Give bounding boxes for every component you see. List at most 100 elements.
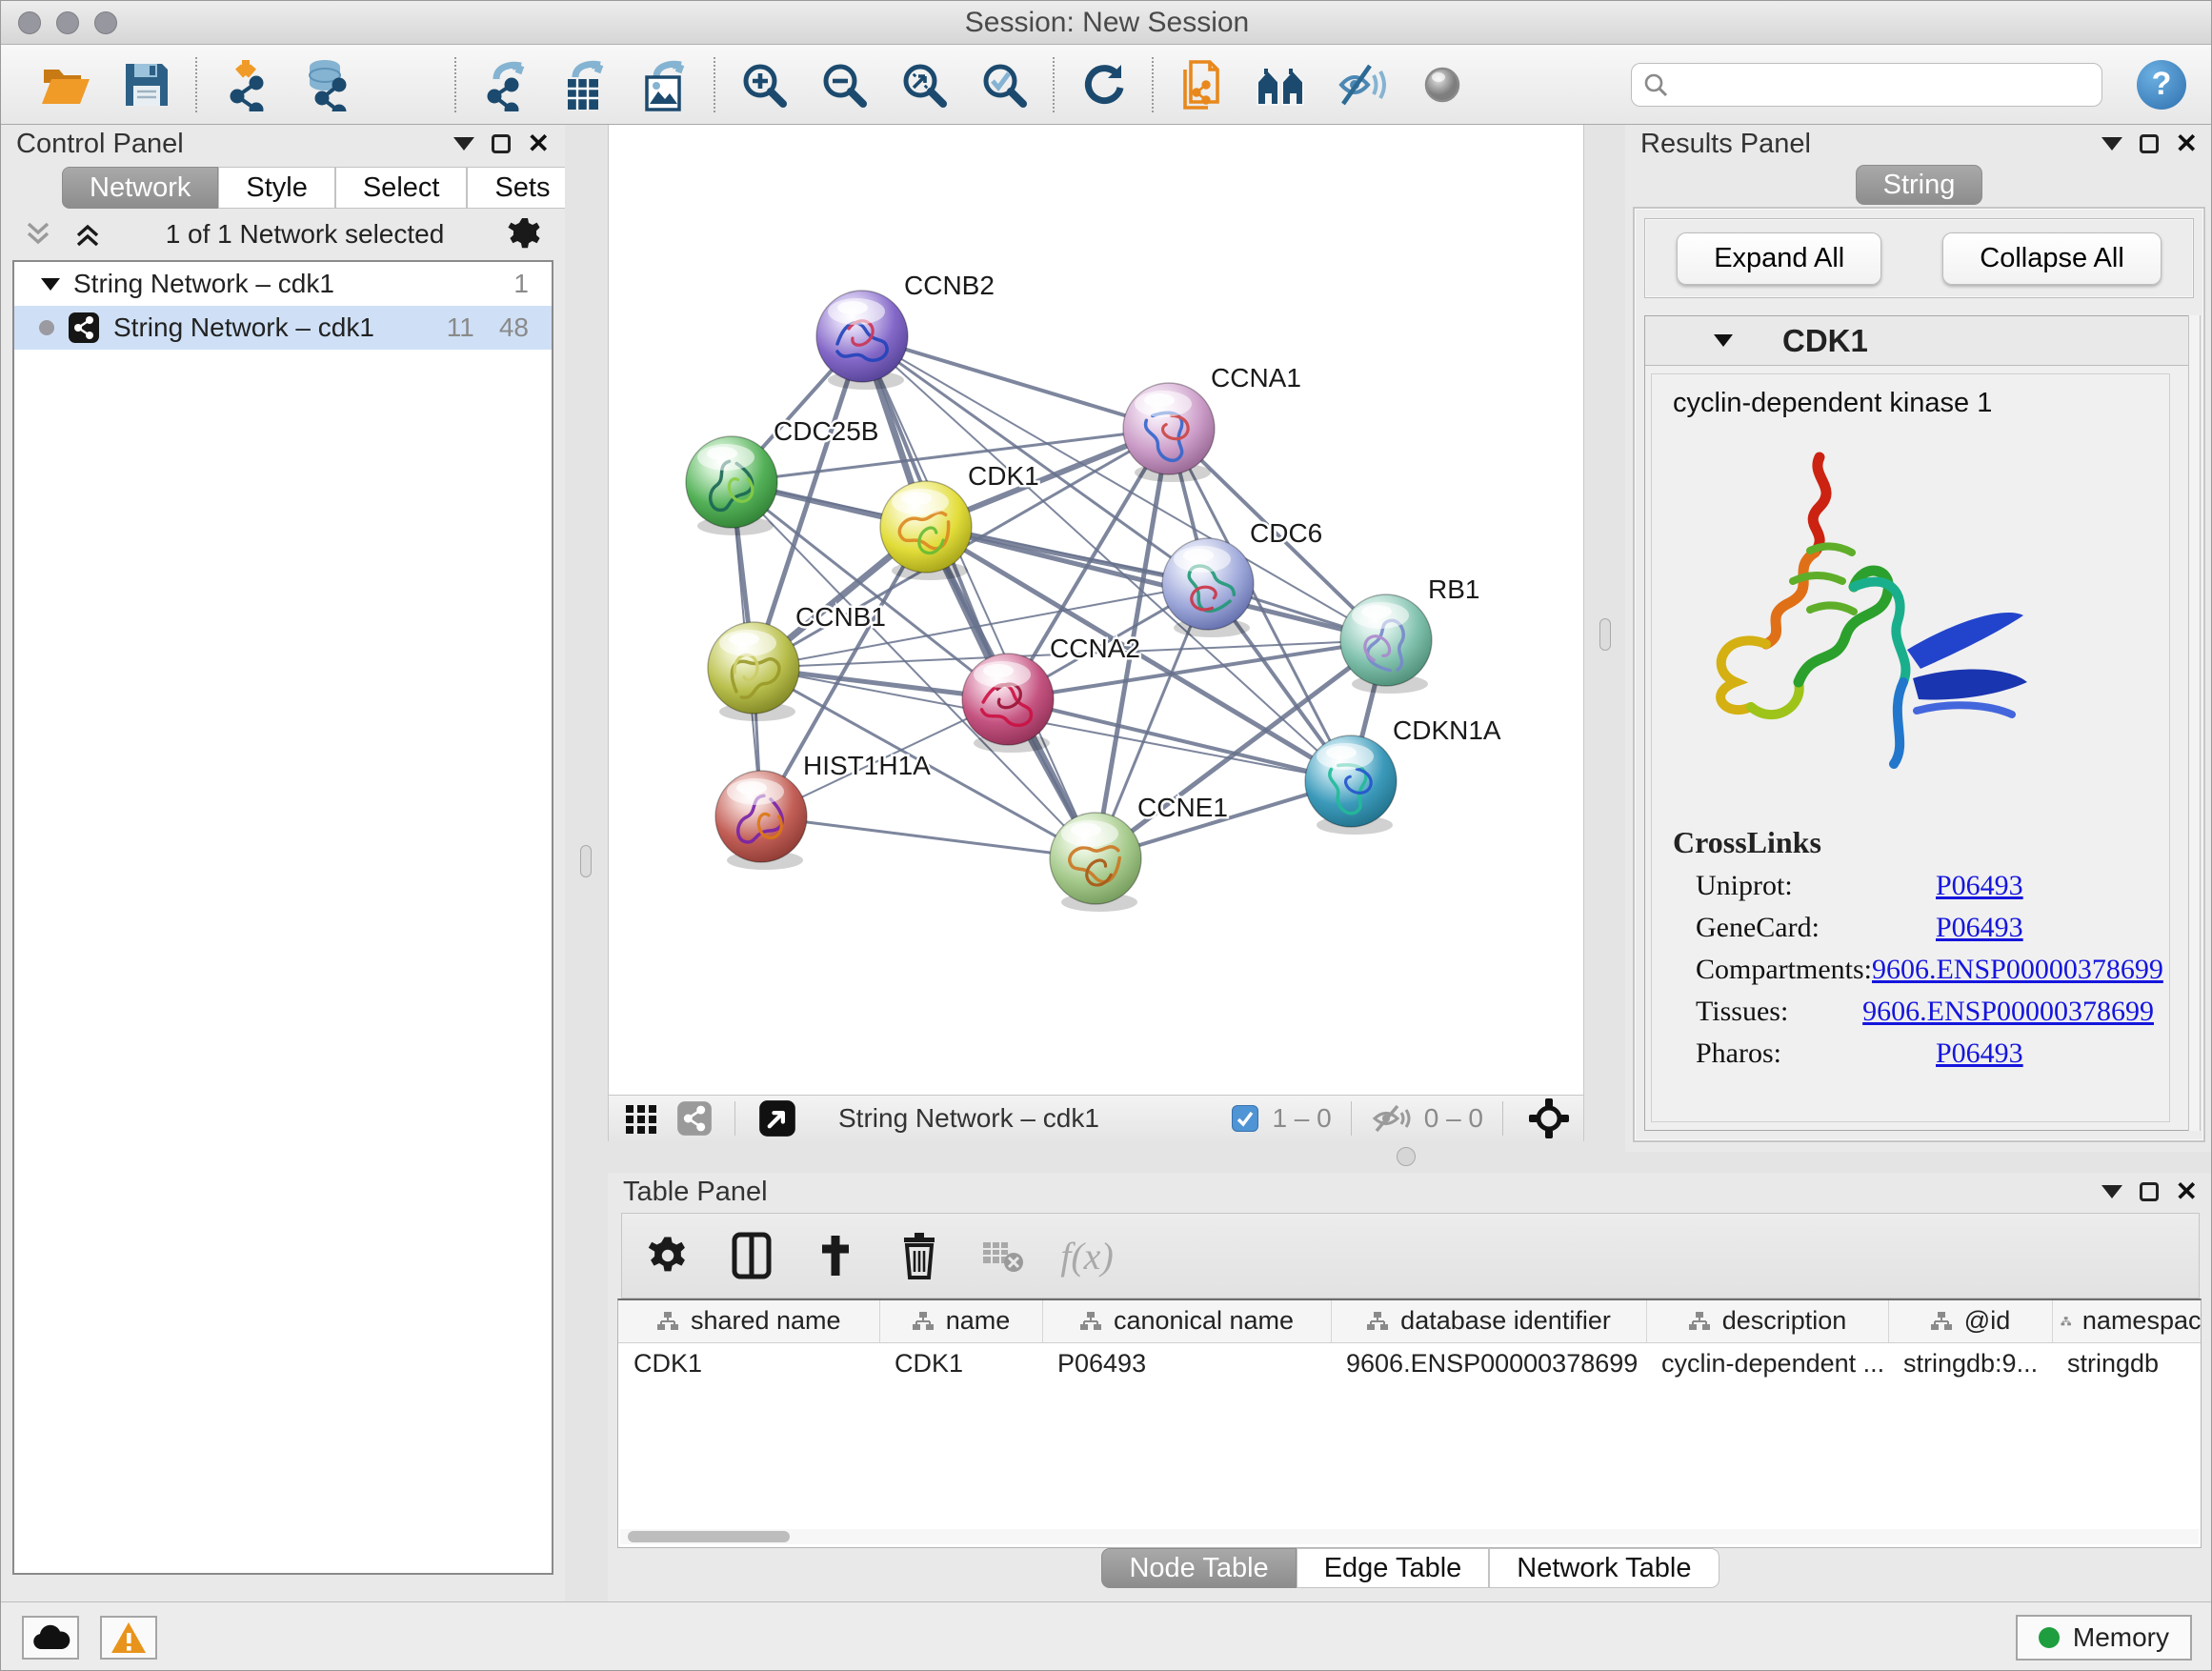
panel-float-icon[interactable] — [2140, 134, 2159, 153]
create-column-icon[interactable] — [813, 1233, 858, 1278]
table-hscrollbar-thumb[interactable] — [628, 1531, 790, 1542]
crosslink-link[interactable]: P06493 — [1936, 1037, 2023, 1070]
delete-column-icon[interactable] — [896, 1233, 942, 1278]
cybrowser-home-icon[interactable] — [1255, 57, 1310, 112]
table-settings-gear-icon[interactable] — [645, 1233, 691, 1278]
table-hscrollbar[interactable] — [620, 1529, 2199, 1544]
memory-button[interactable]: Memory — [2016, 1615, 2192, 1661]
network-canvas[interactable]: CCNB2CCNA1CDC25BCDK1CDC6RB1CCNB1CCNA2CDK… — [608, 125, 1584, 1141]
column-header-database-identifier[interactable]: database identifier — [1331, 1300, 1646, 1342]
hidden-eye-slash-icon[interactable] — [1371, 1102, 1411, 1135]
save-session-icon[interactable] — [119, 57, 174, 112]
panel-close-icon[interactable]: ✕ — [528, 131, 550, 157]
network-row[interactable]: String Network – cdk1 11 48 — [14, 306, 552, 350]
import-table-from-file-icon[interactable] — [378, 57, 433, 112]
search-box[interactable] — [1631, 63, 2102, 107]
network-collection-row[interactable]: String Network – cdk1 1 — [14, 262, 552, 306]
zoom-out-icon[interactable] — [816, 57, 872, 112]
node-table[interactable]: shared namenamecanonical namedatabase id… — [617, 1299, 2202, 1548]
table-cell[interactable]: CDK1 — [618, 1342, 879, 1384]
node-RB1[interactable]: RB1 — [1340, 574, 1479, 694]
search-input[interactable] — [1678, 70, 2090, 99]
right-splitter[interactable] — [1584, 125, 1627, 1141]
cloud-status-button[interactable] — [22, 1616, 79, 1660]
birds-eye-view-icon[interactable] — [1415, 57, 1470, 112]
table-cell[interactable]: CDK1 — [879, 1342, 1042, 1384]
zoom-in-icon[interactable] — [736, 57, 792, 112]
panel-collapse-icon[interactable] — [453, 137, 474, 151]
crosslink-link[interactable]: P06493 — [1936, 870, 2023, 902]
column-header-shared-name[interactable]: shared name — [618, 1300, 879, 1342]
column-header-name[interactable]: name — [879, 1300, 1042, 1342]
panel-collapse-icon[interactable] — [2101, 1185, 2122, 1198]
tab-network-table[interactable]: Network Table — [1489, 1548, 1719, 1588]
string-import-icon[interactable] — [1175, 57, 1230, 112]
crosslink-link[interactable]: 9606.ENSP00000378699 — [1872, 954, 2163, 986]
network-graph[interactable]: CCNB2CCNA1CDC25BCDK1CDC6RB1CCNB1CCNA2CDK… — [609, 125, 1585, 1095]
help-button[interactable]: ? — [2137, 60, 2186, 110]
tab-node-table[interactable]: Node Table — [1101, 1548, 1296, 1588]
network-overview-share-icon[interactable] — [675, 1099, 714, 1137]
collapse-all-button[interactable]: Collapse All — [1942, 232, 2162, 285]
table-cell[interactable]: stringdb:9... — [1888, 1342, 2052, 1384]
table-cell[interactable]: P06493 — [1042, 1342, 1331, 1384]
table-row[interactable]: CDK1CDK1P064939606.ENSP00000378699cyclin… — [618, 1342, 2202, 1384]
tab-select[interactable]: Select — [335, 167, 468, 209]
column-header-description[interactable]: description — [1646, 1300, 1888, 1342]
crosslink-link[interactable]: 9606.ENSP00000378699 — [1862, 996, 2154, 1028]
panel-float-icon[interactable] — [492, 134, 511, 153]
grid-mode-icon[interactable] — [622, 1099, 660, 1137]
delete-table-icon[interactable] — [980, 1233, 1026, 1278]
node-CCNA1[interactable]: CCNA1 — [1123, 363, 1301, 482]
node-CDKN1A[interactable]: CDKN1A — [1305, 715, 1501, 835]
selected-nodes-checkbox-icon[interactable] — [1232, 1105, 1258, 1132]
export-image-icon[interactable] — [637, 57, 693, 112]
left-splitter[interactable] — [565, 125, 608, 1601]
table-cell[interactable]: 9606.ENSP00000378699 — [1331, 1342, 1646, 1384]
collapse-all-chevron-icon[interactable] — [22, 220, 54, 249]
network-options-gear-icon[interactable] — [506, 215, 544, 253]
panel-collapse-icon[interactable] — [2101, 137, 2122, 151]
entry-collapse-icon[interactable] — [1714, 334, 1733, 347]
expand-all-button[interactable]: Expand All — [1677, 232, 1881, 285]
tab-edge-table[interactable]: Edge Table — [1297, 1548, 1490, 1588]
column-header-namespace[interactable]: namespace — [2052, 1300, 2202, 1342]
edge-CCNB2-CCNA1[interactable] — [862, 336, 1169, 429]
apply-preferred-layout-icon[interactable] — [1076, 57, 1131, 112]
collection-expand-icon[interactable] — [41, 278, 60, 291]
export-network-icon[interactable] — [477, 57, 533, 112]
tab-network[interactable]: Network — [62, 167, 218, 209]
column-header-canonical-name[interactable]: canonical name — [1042, 1300, 1331, 1342]
zoom-selected-region-icon[interactable] — [976, 57, 1032, 112]
edge-HIST1H1A-CCNE1[interactable] — [761, 816, 1096, 858]
tab-string[interactable]: String — [1856, 165, 1983, 205]
function-builder-icon[interactable]: f(x) — [1064, 1233, 1110, 1278]
node-CCNE1[interactable]: CCNE1 — [1050, 793, 1228, 912]
open-file-icon[interactable] — [39, 57, 94, 112]
gene-entry-header[interactable]: CDK1 — [1645, 316, 2193, 366]
node-CCNB1[interactable]: CCNB1 — [708, 602, 886, 721]
crosslink-link[interactable]: P06493 — [1936, 912, 2023, 944]
column-header--id[interactable]: @id — [1888, 1300, 2052, 1342]
hide-graphics-details-icon[interactable] — [1335, 57, 1390, 112]
tab-style[interactable]: Style — [218, 167, 334, 209]
detach-view-icon[interactable] — [756, 1097, 798, 1139]
warnings-button[interactable] — [100, 1616, 157, 1660]
import-network-from-file-icon[interactable] — [218, 57, 273, 112]
export-table-icon[interactable] — [557, 57, 613, 112]
pan-crosshair-icon[interactable] — [1522, 1097, 1570, 1139]
node-HIST1H1A[interactable]: HIST1H1A — [715, 751, 931, 870]
node-CCNB2[interactable]: CCNB2 — [816, 271, 995, 390]
node-CDK1[interactable]: CDK1 — [880, 461, 1039, 580]
import-network-from-database-icon[interactable] — [298, 57, 353, 112]
panel-close-icon[interactable]: ✕ — [2176, 131, 2198, 157]
bottom-splitter-handle[interactable] — [1397, 1147, 1416, 1166]
panel-close-icon[interactable]: ✕ — [2176, 1178, 2198, 1205]
expand-all-chevron-icon[interactable] — [71, 220, 104, 249]
tab-sets[interactable]: Sets — [467, 167, 577, 209]
right-splitter-handle[interactable] — [1599, 618, 1611, 651]
zoom-fit-content-icon[interactable] — [896, 57, 952, 112]
show-column-icon[interactable] — [729, 1233, 774, 1278]
table-cell[interactable]: cyclin-dependent ... — [1646, 1342, 1888, 1384]
left-splitter-handle[interactable] — [580, 845, 592, 877]
